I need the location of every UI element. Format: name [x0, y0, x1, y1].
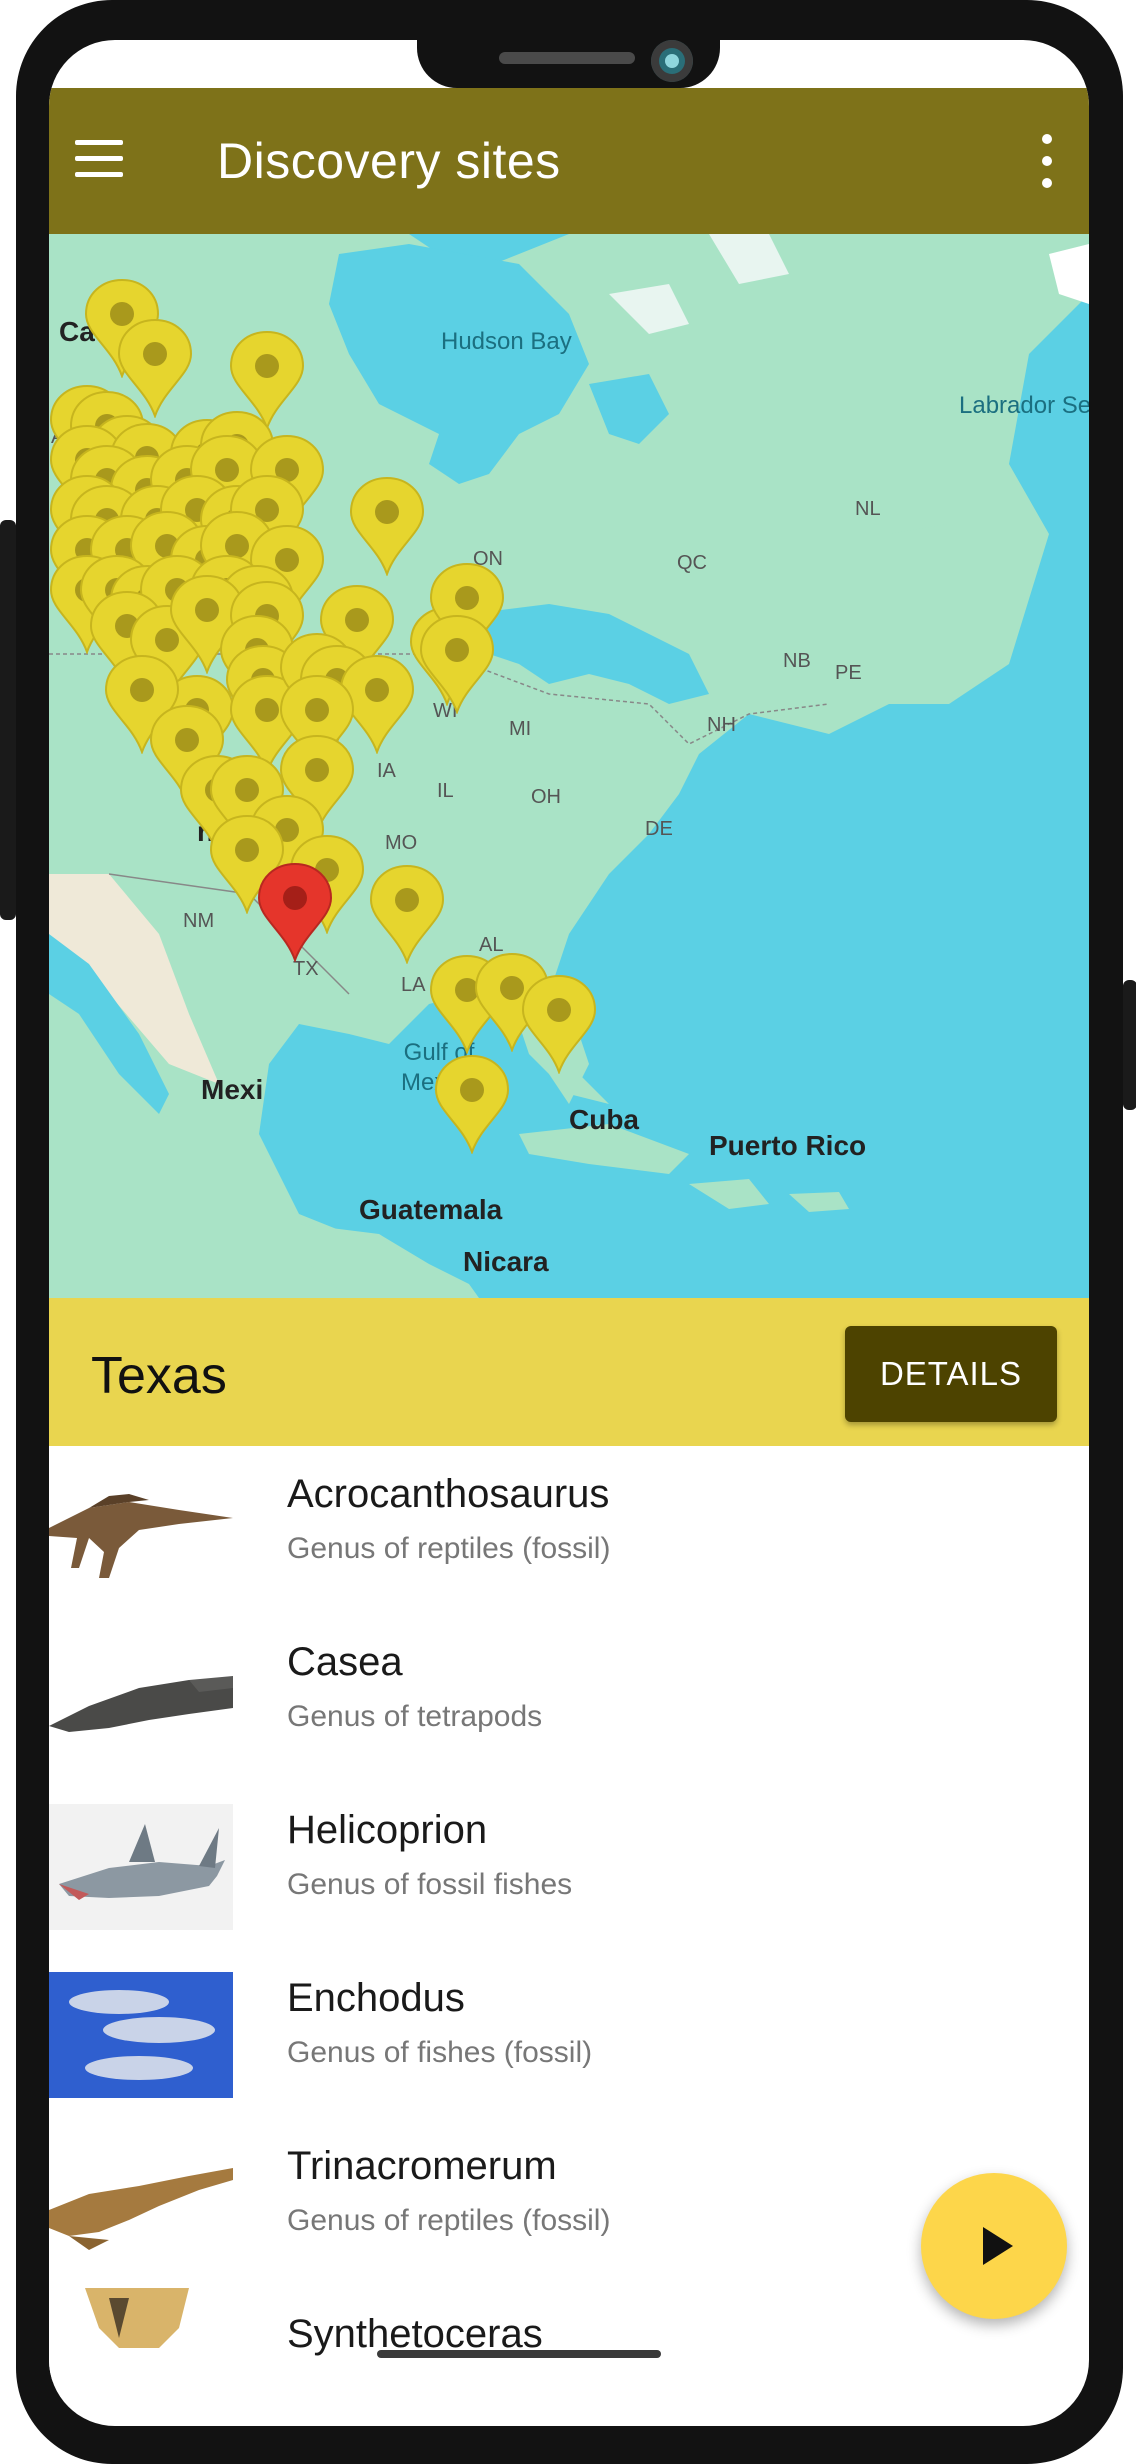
home-indicator[interactable]: [377, 2350, 661, 2358]
map-label: Cuba: [569, 1104, 639, 1135]
map-label: MO: [385, 832, 418, 854]
volume-button: [0, 520, 16, 920]
map-pin[interactable]: [434, 1054, 510, 1154]
map-label: LA: [401, 974, 426, 996]
app-bar: Discovery sites: [49, 88, 1089, 234]
map-label: IA: [377, 760, 396, 782]
map-label: Puerto Rico: [709, 1130, 867, 1161]
fossil-thumbnail: [49, 1972, 233, 2098]
fossil-thumbnail: [49, 2140, 233, 2266]
list-item[interactable]: Casea Genus of tetrapods: [49, 1614, 1089, 1782]
screen: Discovery sites Hudson Bay Labrador Se C…: [49, 40, 1089, 2426]
fossil-name: Helicoprion: [287, 1808, 488, 1852]
fossil-description: Genus of reptiles (fossil): [287, 2204, 611, 2237]
fossil-description: Genus of fossil fishes: [287, 1868, 573, 1901]
map-label: Hudson Bay: [441, 328, 572, 355]
map-label: MI: [509, 718, 532, 740]
fossil-thumbnail: [49, 1468, 233, 1594]
speaker: [499, 52, 635, 64]
map-label: Labrador Se: [959, 392, 1089, 419]
fossil-description: Genus of reptiles (fossil): [287, 1532, 611, 1565]
more-vert-icon[interactable]: [1037, 132, 1057, 190]
fossil-name: Trinacromerum: [287, 2144, 557, 2188]
play-fab-button[interactable]: [921, 2173, 1067, 2319]
page-title: Discovery sites: [217, 133, 561, 189]
selected-map-pin[interactable]: [257, 862, 333, 962]
fossil-thumbnail: [49, 2288, 233, 2382]
map-label: IL: [437, 780, 454, 802]
map-label: NB: [783, 650, 811, 672]
fossil-thumbnail: [49, 1636, 233, 1762]
map-label: NH: [707, 714, 736, 736]
list-item[interactable]: Synthetoceras: [49, 2286, 1089, 2382]
hamburger-menu-icon[interactable]: [73, 134, 129, 188]
front-camera: [651, 40, 693, 82]
fossil-name: Casea: [287, 1640, 403, 1684]
power-button: [1123, 980, 1136, 1110]
map-label: Mexi: [201, 1074, 264, 1105]
list-item[interactable]: Helicoprion Genus of fossil fishes: [49, 1782, 1089, 1950]
notch: [417, 40, 720, 88]
map-label: NL: [855, 498, 881, 520]
map-label: DE: [645, 818, 673, 840]
map-pin[interactable]: [419, 614, 495, 714]
map-label: PE: [835, 662, 862, 684]
play-arrow-icon: [983, 2227, 1013, 2265]
fossil-description: Genus of fishes (fossil): [287, 2036, 593, 2069]
details-button[interactable]: DETAILS: [845, 1326, 1057, 1422]
region-name: Texas: [91, 1347, 227, 1405]
map-view[interactable]: Hudson Bay Labrador Se Ca AB SK ON QC NL…: [49, 234, 1089, 1298]
selected-region-bar: Texas DETAILS: [49, 1298, 1089, 1446]
list-item[interactable]: Enchodus Genus of fishes (fossil): [49, 1950, 1089, 2118]
fossil-name: Enchodus: [287, 1976, 465, 2020]
map-label: QC: [677, 552, 707, 574]
map-pin[interactable]: [369, 864, 445, 964]
fossil-name: Acrocanthosaurus: [287, 1472, 610, 1516]
list-item[interactable]: Acrocanthosaurus Genus of reptiles (foss…: [49, 1446, 1089, 1614]
fossil-description: Genus of tetrapods: [287, 1700, 543, 1733]
fossil-thumbnail: [49, 1804, 233, 1930]
map-pin[interactable]: [521, 974, 597, 1074]
map-label: Nicara: [463, 1246, 549, 1277]
map-pin[interactable]: [349, 476, 425, 576]
map-label: OH: [531, 786, 561, 808]
map-label: Guatemala: [359, 1194, 503, 1225]
